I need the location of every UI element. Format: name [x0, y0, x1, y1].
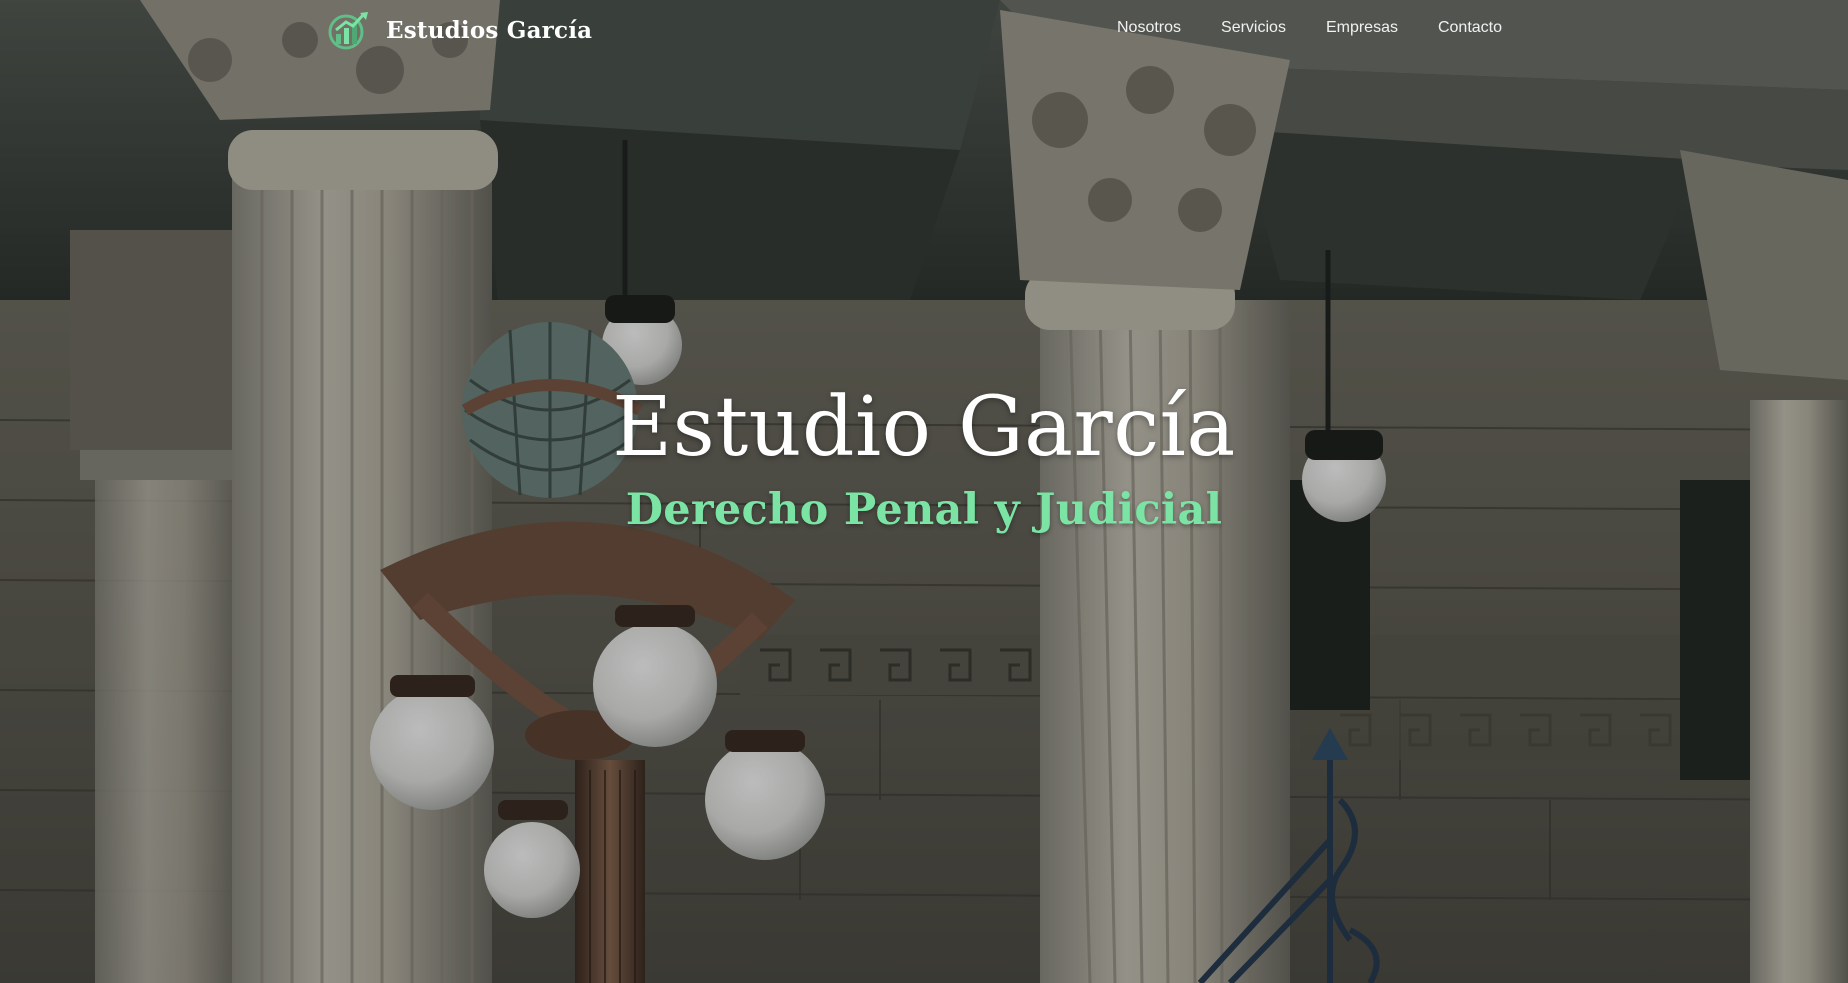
- nav-menu: Nosotros Servicios Empresas Contacto: [1117, 19, 1502, 37]
- nav-item-nosotros: Nosotros: [1117, 19, 1181, 37]
- brand-logo-link[interactable]: Estudios García: [326, 10, 592, 50]
- hero-text-block: Estudio García Derecho Penal y Judicial: [0, 380, 1848, 538]
- nav-link-servicios[interactable]: Servicios: [1221, 19, 1286, 36]
- navbar: Estudios García Nosotros Servicios Empre…: [0, 0, 1848, 60]
- hero-section: Estudios García Nosotros Servicios Empre…: [0, 0, 1848, 983]
- nav-item-servicios: Servicios: [1221, 19, 1286, 37]
- hero-title: Estudio García: [612, 380, 1236, 475]
- growth-chart-icon: [328, 12, 368, 50]
- brand-name: Estudios García: [386, 16, 593, 44]
- nav-link-empresas[interactable]: Empresas: [1326, 19, 1398, 36]
- nav-item-contacto: Contacto: [1438, 19, 1502, 37]
- nav-link-nosotros[interactable]: Nosotros: [1117, 19, 1181, 36]
- nav-link-contacto[interactable]: Contacto: [1438, 19, 1502, 36]
- hero-subtitle: Derecho Penal y Judicial: [625, 485, 1223, 535]
- nav-item-empresas: Empresas: [1326, 19, 1398, 37]
